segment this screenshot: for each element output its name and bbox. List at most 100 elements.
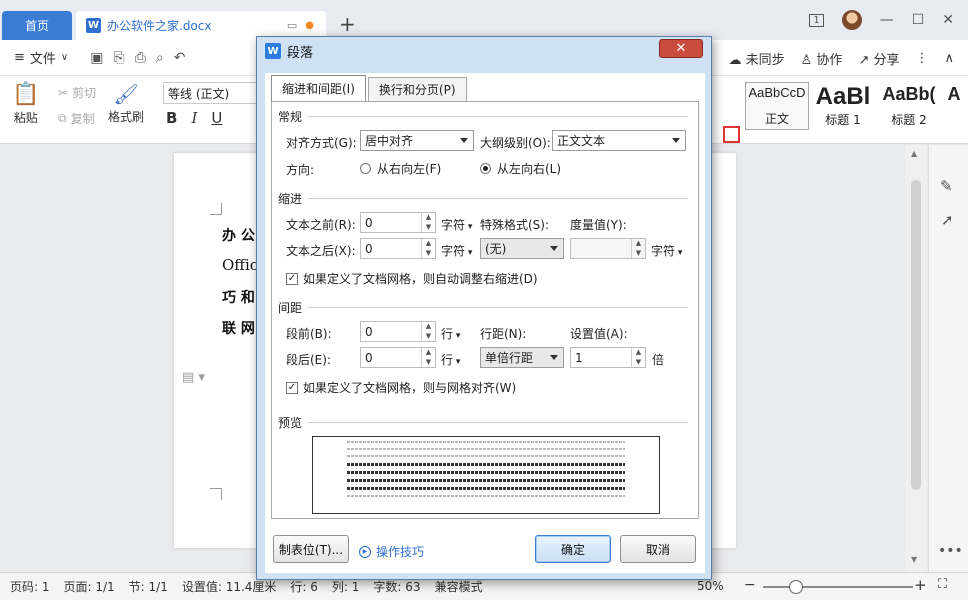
preview-line: [347, 441, 625, 443]
undo-icon[interactable]: ↶: [174, 50, 186, 66]
space-before-input[interactable]: 0 ▲ ▼: [360, 321, 436, 342]
paste-button[interactable]: 📋 粘贴: [12, 82, 39, 126]
document-line: 办 公: [222, 228, 255, 244]
vertical-scrollbar[interactable]: ▲ ▼: [905, 145, 927, 572]
copy-label: 复制: [70, 112, 95, 126]
line-spacing-value: 单倍行距: [485, 351, 534, 365]
measure-input[interactable]: ▲ ▼: [570, 238, 646, 259]
scroll-down-icon[interactable]: ▼: [911, 555, 917, 564]
style-normal[interactable]: AaBbCcD 正文: [745, 82, 809, 130]
auto-indent-checkbox[interactable]: ✓ 如果定义了文档网格，则自动调整右缩进(D): [286, 270, 538, 287]
space-after-unit[interactable]: 行: [441, 351, 460, 368]
scroll-up-icon[interactable]: ▲: [911, 149, 917, 158]
line-spacing-select[interactable]: 单倍行距: [480, 347, 564, 368]
section-general-label: 常规: [278, 110, 303, 124]
section-spacing-label: 间距: [278, 301, 303, 315]
tips-link[interactable]: ▶ 操作技巧: [359, 543, 424, 560]
preview-line: [347, 471, 625, 474]
status-compat-mode: 兼容模式: [434, 580, 483, 594]
cut-button[interactable]: ✂ 剪切: [58, 84, 96, 101]
snap-grid-checkbox[interactable]: ✓ 如果定义了文档网格，则与网格对齐(W): [286, 379, 516, 396]
window-controls: 1 — ☐ ✕: [809, 10, 968, 30]
cut-label: 剪切: [72, 86, 97, 100]
spin-buttons[interactable]: ▲ ▼: [631, 239, 645, 258]
zoom-knob[interactable]: [789, 580, 803, 594]
export-icon[interactable]: ⎘: [113, 50, 124, 66]
format-painter-button[interactable]: 🖌 格式刷: [108, 82, 144, 125]
collab-button[interactable]: ♙ 协作: [801, 49, 843, 68]
after-text-unit[interactable]: 字符: [441, 242, 472, 259]
window-count-badge[interactable]: 1: [809, 13, 824, 27]
tab-stops-button[interactable]: 制表位(T)...: [273, 535, 349, 563]
before-text-input[interactable]: 0 ▲ ▼: [360, 212, 436, 233]
measure-unit[interactable]: 字符: [651, 242, 682, 259]
italic-button[interactable]: I: [191, 109, 197, 127]
space-before-unit[interactable]: 行: [441, 325, 460, 342]
bold-button[interactable]: B: [166, 109, 177, 127]
style-more[interactable]: A: [943, 82, 965, 130]
fit-screen-icon[interactable]: ⛶: [938, 577, 947, 592]
before-text-unit[interactable]: 字符: [441, 216, 472, 233]
more-icon[interactable]: ⋮: [915, 51, 928, 66]
style-heading-1[interactable]: AaBl 标题 1: [811, 82, 875, 130]
copy-button[interactable]: ⧉ 复制: [58, 110, 95, 127]
quick-access: ▣ ⎘ ⎙ ⌕ ↶: [90, 50, 185, 66]
underline-button[interactable]: U: [211, 109, 222, 127]
save-icon[interactable]: ▣: [90, 50, 103, 66]
after-text-value: 0: [365, 241, 373, 256]
space-after-input[interactable]: 0 ▲ ▼: [360, 347, 436, 368]
special-format-select[interactable]: (无): [480, 238, 564, 259]
status-word-count[interactable]: 字数: 63: [373, 578, 420, 595]
paragraph-mark-icon[interactable]: ▤ ▾: [182, 370, 205, 385]
spin-buttons[interactable]: ▲ ▼: [421, 239, 435, 258]
status-zoom[interactable]: 50%: [697, 579, 724, 593]
tab-indent-spacing[interactable]: 缩进和间距(I): [271, 75, 366, 101]
ok-button[interactable]: 确定: [535, 535, 611, 563]
style-heading-2[interactable]: AaBb( 标题 2: [877, 82, 941, 130]
zoom-slider[interactable]: [763, 580, 913, 594]
align-select[interactable]: 居中对齐: [360, 130, 474, 151]
spin-buttons[interactable]: ▲ ▼: [631, 348, 645, 367]
cancel-button[interactable]: 取消: [620, 535, 696, 563]
scrollbar-thumb[interactable]: [911, 180, 921, 490]
avatar[interactable]: [841, 10, 862, 30]
direction-rtl-radio[interactable]: 从右向左(F): [360, 160, 441, 177]
brush-icon: 🖌: [113, 82, 139, 106]
status-row: 行: 6: [290, 580, 318, 594]
set-value-value: 1: [575, 350, 583, 365]
sync-status[interactable]: ☁ 未同步: [728, 49, 784, 68]
minimize-button[interactable]: —: [880, 12, 894, 28]
zoom-out-icon[interactable]: −: [744, 577, 756, 593]
dialog-close-button[interactable]: ✕: [659, 39, 703, 58]
tab-line-page-break[interactable]: 换行和分页(P): [367, 77, 467, 101]
collapse-ribbon-icon[interactable]: ∧: [944, 51, 954, 66]
zoom-in-icon[interactable]: +: [914, 576, 927, 594]
spin-buttons[interactable]: ▲ ▼: [421, 322, 435, 341]
font-name-select[interactable]: 等线 (正文): [163, 82, 263, 104]
print-icon[interactable]: ⎙: [135, 50, 146, 66]
document-tab-label: 办公软件之家.docx: [107, 19, 212, 33]
tips-label: 操作技巧: [376, 545, 425, 559]
tab-home[interactable]: 首页: [2, 11, 72, 40]
new-tab-button[interactable]: +: [339, 12, 356, 36]
indent-spacing-panel: 常规 对齐方式(G): 居中对齐 大纲级别(O): 正文文本 方向: 从右向左(…: [271, 101, 699, 519]
share-button[interactable]: ↗ 分享: [858, 49, 899, 68]
direction-ltr-radio[interactable]: 从左向右(L): [480, 160, 561, 177]
more-dots-icon[interactable]: •••: [938, 543, 963, 559]
style-label: 标题 2: [891, 113, 927, 127]
set-value-input[interactable]: 1 ▲ ▼: [570, 347, 646, 368]
preview-icon[interactable]: ⌕: [156, 50, 164, 66]
outline-level-select[interactable]: 正文文本: [552, 130, 686, 151]
share-label: 分享: [873, 53, 900, 68]
dialog-title-bar[interactable]: W 段落: [257, 37, 711, 65]
spin-buttons[interactable]: ▲ ▼: [421, 213, 435, 232]
pen-icon[interactable]: ✎: [940, 177, 953, 195]
close-window-button[interactable]: ✕: [942, 12, 954, 28]
maximize-button[interactable]: ☐: [912, 12, 925, 28]
cursor-icon[interactable]: ➚: [941, 211, 954, 229]
after-text-input[interactable]: 0 ▲ ▼: [360, 238, 436, 259]
spin-buttons[interactable]: ▲ ▼: [421, 348, 435, 367]
special-format-label: 特殊格式(S):: [480, 218, 550, 232]
file-menu[interactable]: ≡ 文件 ∨: [0, 48, 68, 67]
paragraph-settings-launcher[interactable]: [723, 126, 740, 143]
